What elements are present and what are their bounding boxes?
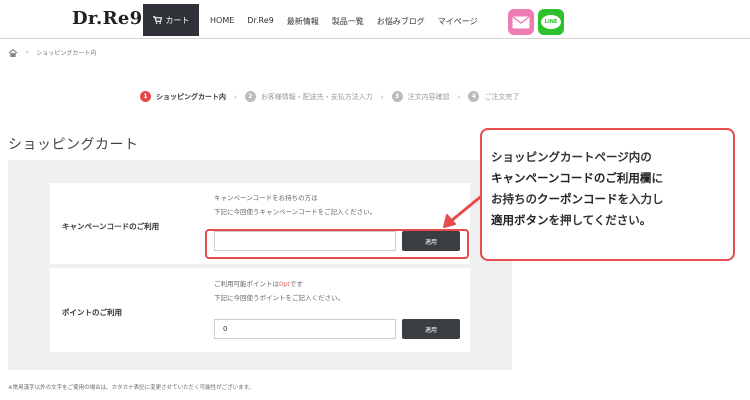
callout-line2-tail: に: [651, 171, 663, 185]
callout-line2: キャンペーンコードのご利用欄に: [491, 168, 733, 189]
instruction-callout: ショッピングカートページ内の キャンペーンコードのご利用欄に お持ちのクーポンコ…: [480, 128, 735, 261]
callout-line3: お持ちのクーポンコードを入力し: [491, 189, 733, 210]
callout-coupon-code: クーポンコード: [537, 192, 618, 206]
callout-apply-button: 適用ボタン: [491, 213, 549, 227]
callout-line1: ショッピングカートページ内の: [491, 150, 652, 164]
footnote: ※常用漢字以外の文字をご使用の場合は、カタカナ表記に変更させていただく可能性がご…: [8, 385, 255, 391]
callout-line3-head: お持ちの: [491, 192, 537, 206]
callout-line4-tail: を押してください。: [548, 213, 652, 227]
callout-campaign-field: キャンペーンコードのご利用欄: [491, 171, 652, 185]
callout-line3-tail: を入力し: [617, 192, 664, 206]
callout-line4: 適用ボタンを押してください。: [491, 210, 733, 231]
